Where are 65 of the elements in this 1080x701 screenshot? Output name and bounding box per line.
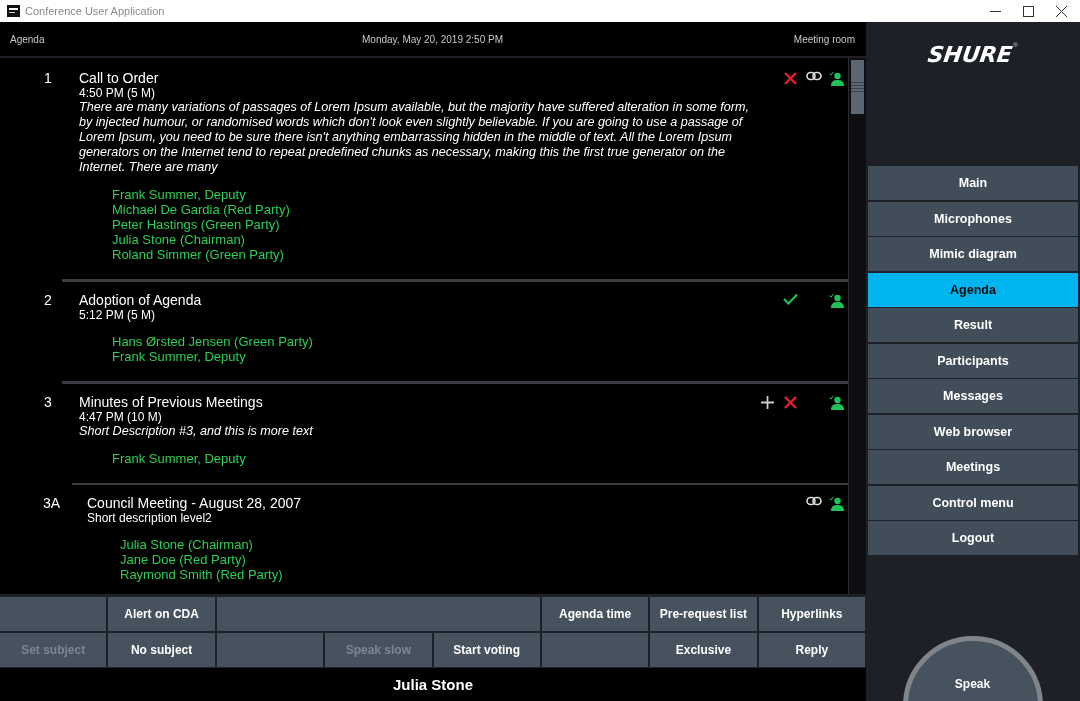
cross-icon[interactable]: [783, 395, 798, 410]
function-button[interactable]: Reply: [758, 633, 865, 667]
agenda-item-title[interactable]: Council Meeting - August 28, 2007: [87, 495, 756, 511]
nav-button[interactable]: Result: [868, 308, 1078, 342]
app-icon: [7, 5, 20, 17]
agenda-item-title[interactable]: Minutes of Previous Meetings: [79, 394, 756, 410]
nav-button[interactable]: Participants: [868, 343, 1078, 378]
item-description: There are many variations of passages of Lorem Ipsum available, but the majority have suffered alteration in some form, by injected humour, or randomised words which don't look even slightly believable. If you are going to use a passage of Lorem Ipsum, you need to be sure there isn't anything embarrassing hidden in the middle of text. All the Lorem Ipsum generators on the Internet tend to repeat predefined chunks as necessary, making this the first true generator on the Internet. There are many: [79, 100, 750, 175]
item-description: Short description level2: [87, 511, 213, 525]
speaker-name: Frank Summer, Deputy: [112, 349, 247, 364]
function-button[interactable]: Hyperlinks: [758, 597, 865, 631]
item-number: 3: [44, 394, 53, 412]
function-button[interactable]: Start voting: [433, 633, 540, 667]
scrollbar[interactable]: [848, 58, 866, 594]
nav-button[interactable]: Agenda: [868, 272, 1078, 307]
nav-button[interactable]: Mimic diagram: [868, 237, 1078, 271]
nav-button[interactable]: Messages: [868, 379, 1078, 413]
nav-button[interactable]: Control menu: [868, 485, 1078, 520]
item-number: 3A: [43, 495, 62, 513]
speaker-list-icon[interactable]: [829, 71, 844, 86]
link-icon[interactable]: [805, 496, 822, 506]
speaker-name: Roland Simmer (Green Party): [112, 247, 285, 262]
agenda-item-title[interactable]: Call to Order: [79, 70, 756, 86]
nav-button[interactable]: Logout: [868, 521, 1078, 555]
current-speaker: Julia Stone: [393, 676, 473, 693]
speaker-name: Julia Stone (Chairman): [120, 537, 254, 552]
close-icon[interactable]: [1056, 5, 1067, 17]
speaker-name: Frank Summer, Deputy: [112, 187, 247, 202]
function-button[interactable]: Agenda time: [541, 597, 649, 631]
speaker-name: Peter Hastings (Green Party): [112, 217, 281, 232]
speaker-name: Frank Summer, Deputy: [112, 451, 247, 466]
nav-button[interactable]: Web browser: [868, 414, 1078, 449]
nav-button[interactable]: Main: [868, 166, 1078, 200]
function-button[interactable]: Pre-request list: [650, 597, 757, 631]
speaker-name: Hans Ørsted Jensen (Green Party): [112, 334, 314, 349]
section-title: Agenda: [10, 33, 46, 45]
function-button[interactable]: No subject: [108, 633, 215, 667]
speaker-list-icon[interactable]: [829, 293, 844, 308]
speaker-name: Julia Stone (Chairman): [112, 232, 246, 247]
item-description: Short Description #3, and this is more text: [79, 424, 314, 439]
maximize-icon[interactable]: [1023, 5, 1034, 17]
room-name: Meeting room: [793, 33, 855, 45]
speak-button[interactable]: Speak: [902, 636, 1043, 701]
item-number: 2: [44, 292, 53, 310]
agenda-item-title[interactable]: Adoption of Agenda: [79, 292, 756, 308]
speaker-name: Jane Doe (Red Party): [120, 552, 247, 567]
check-icon: [783, 293, 798, 305]
item-time: 4:50 PM (5 M): [79, 86, 157, 100]
speaker-name: Michael De Gardia (Red Party): [112, 202, 291, 217]
speaker-list-icon[interactable]: [829, 395, 844, 410]
date-time: Monday, May 20, 2019 2:50 PM: [362, 33, 503, 45]
item-time: 4:47 PM (10 M): [79, 410, 163, 424]
window-title: Conference User Application: [25, 5, 166, 17]
nav-button[interactable]: Microphones: [868, 201, 1078, 236]
plus-icon[interactable]: [760, 395, 775, 410]
link-icon[interactable]: [805, 71, 822, 81]
function-button[interactable]: Alert on CDA: [108, 597, 215, 631]
nav-button[interactable]: Meetings: [868, 450, 1078, 484]
item-time: 5:12 PM (5 M): [79, 308, 157, 322]
speaker-name: Raymond Smith (Red Party): [120, 567, 284, 582]
logo: SHURE$^{®}$: [925, 42, 1019, 69]
cross-icon[interactable]: [783, 71, 798, 86]
function-button[interactable]: Exclusive: [650, 633, 757, 667]
item-number: 1: [43, 70, 53, 88]
speaker-list-icon[interactable]: [829, 496, 844, 511]
